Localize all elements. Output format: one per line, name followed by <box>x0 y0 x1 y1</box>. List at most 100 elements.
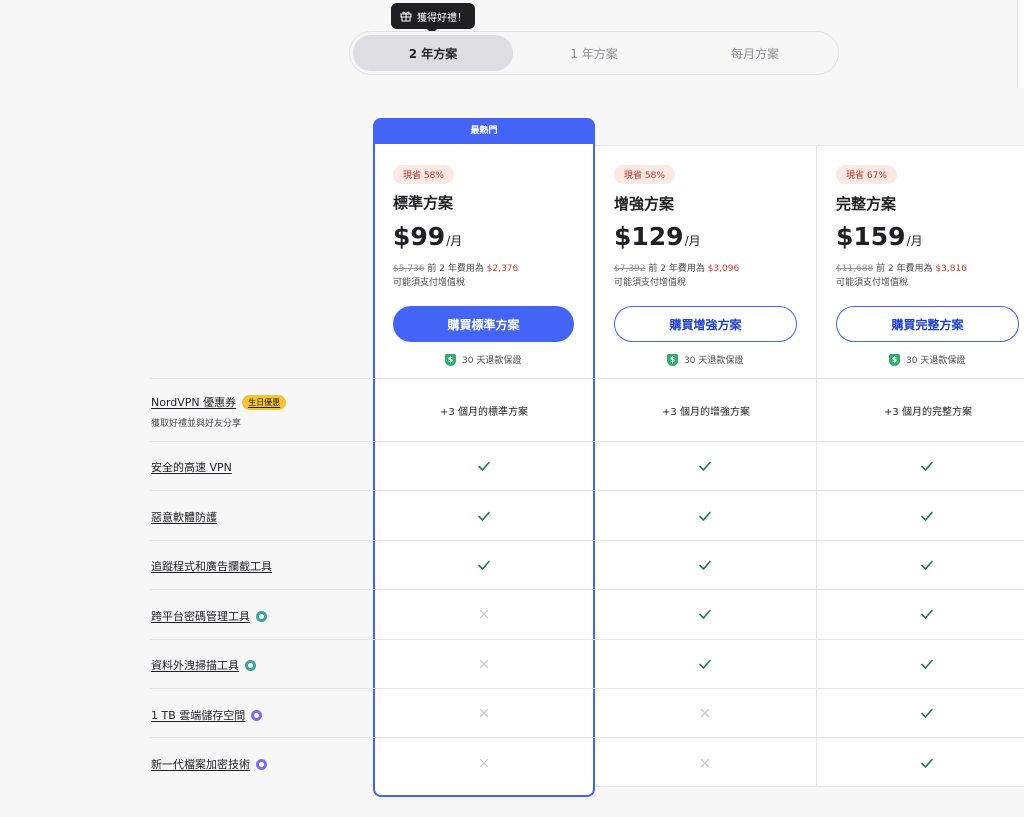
cross-icon <box>477 607 491 621</box>
price-unit: /月 <box>906 234 923 248</box>
shield-icon: $ <box>445 353 456 366</box>
plan-name: 完整方案 <box>836 195 897 213</box>
feature-label[interactable]: 資料外洩掃描工具 <box>151 657 256 673</box>
buy-plus-button[interactable]: 購買增強方案 <box>614 306 797 342</box>
money-back-guarantee: $30 天退款保證 <box>667 353 743 366</box>
check-icon <box>920 558 934 572</box>
scrollbar[interactable] <box>1017 0 1024 88</box>
check-icon <box>920 706 934 720</box>
coupon-link[interactable]: NordVPN 優惠券 生日優惠 <box>151 394 287 410</box>
term-price: $3,816 <box>935 264 967 274</box>
feature-name: 新一代檔案加密技術 <box>151 758 250 771</box>
plan-name: 標準方案 <box>393 194 454 212</box>
old-price: $11,688 <box>836 264 874 274</box>
money-back-guarantee: $30 天退款保證 <box>445 353 521 366</box>
check-icon <box>698 558 712 572</box>
nordlocker-icon <box>251 709 263 721</box>
term-price: $2,376 <box>486 264 519 274</box>
check-icon <box>698 509 712 523</box>
discount-badge: 現省 67% <box>836 165 897 184</box>
check-icon <box>698 459 712 473</box>
divider <box>150 441 1024 442</box>
feature-label[interactable]: 1 TB 雲端儲存空間 <box>151 707 263 723</box>
feature-label[interactable]: 追蹤程式和廣告攔截工具 <box>151 558 272 574</box>
addon-text: +3 個月的標準方案 <box>440 407 528 418</box>
feature-name: 1 TB 雲端儲存空間 <box>151 709 246 722</box>
check-icon <box>477 509 491 523</box>
old-price: $7,392 <box>614 264 646 274</box>
addon-text: +3 個月的增強方案 <box>662 407 750 418</box>
divider <box>816 145 817 787</box>
plan-price: $99/月 <box>393 222 462 251</box>
shield-icon: $ <box>667 353 678 366</box>
price-amount: $129 <box>614 222 684 251</box>
cross-icon <box>477 706 491 720</box>
price-details: $11,688 前 2 年費用為 $3,816 <box>836 261 967 274</box>
money-back-guarantee: $30 天退款保證 <box>889 353 965 366</box>
term-text: 前 2 年費用為 <box>427 264 484 274</box>
coupon-label: NordVPN 優惠券 <box>151 396 237 409</box>
price-amount: $99 <box>393 222 446 251</box>
vat-note: 可能須支付增值稅 <box>614 278 687 288</box>
divider <box>150 639 1024 640</box>
buy-complete-button[interactable]: 購買完整方案 <box>836 306 1019 342</box>
check-icon <box>477 459 491 473</box>
price-amount: $159 <box>836 222 906 251</box>
price-unit: /月 <box>684 234 701 248</box>
check-icon <box>698 607 712 621</box>
check-icon <box>920 459 934 473</box>
term-price: $3,096 <box>707 264 740 274</box>
feature-name: 追蹤程式和廣告攔截工具 <box>151 560 272 573</box>
feature-name: 跨平台密碼管理工具 <box>151 610 250 623</box>
gift-tooltip: 獲得好禮！ <box>391 3 475 34</box>
guarantee-text: 30 天退款保證 <box>906 356 966 366</box>
price-details: $7,392 前 2 年費用為 $3,096 <box>614 261 739 274</box>
cross-icon <box>477 657 491 671</box>
term-text: 前 2 年費用為 <box>876 264 933 274</box>
coupon-subtitle: 獲取好禮並與好友分享 <box>151 419 242 429</box>
cross-icon <box>698 756 712 770</box>
feature-label[interactable]: 惡意軟體防護 <box>151 509 217 525</box>
feature-label[interactable]: 安全的高速 VPN <box>151 459 232 475</box>
check-icon <box>477 558 491 572</box>
discount-badge: 現省 58% <box>614 165 675 184</box>
price-unit: /月 <box>446 234 463 248</box>
discount-badge: 現省 58% <box>393 165 454 184</box>
feature-label[interactable]: 新一代檔案加密技術 <box>151 756 267 772</box>
check-icon <box>920 607 934 621</box>
buy-standard-button[interactable]: 購買標準方案 <box>393 306 574 342</box>
divider <box>595 786 1024 787</box>
tooltip-text: 獲得好禮！ <box>417 12 467 24</box>
divider <box>150 589 1024 590</box>
feature-name: 安全的高速 VPN <box>151 461 232 474</box>
divider <box>150 540 1024 541</box>
addon-text: +3 個月的完整方案 <box>884 407 972 418</box>
plan-price: $129/月 <box>614 222 701 251</box>
nordlocker-icon <box>256 758 267 770</box>
billing-period-switcher: 2 年方案 1 年方案 每月方案 <box>349 31 839 75</box>
nordpass-icon <box>245 659 256 671</box>
check-icon <box>920 657 934 671</box>
plan-name: 增強方案 <box>614 195 675 213</box>
term-text: 前 2 年費用為 <box>648 264 705 274</box>
cross-icon <box>698 706 712 720</box>
check-icon <box>920 509 934 523</box>
tab-monthly[interactable]: 每月方案 <box>675 35 835 71</box>
check-icon <box>920 756 934 770</box>
divider <box>150 688 1024 689</box>
price-details: $5,736 前 2 年費用為 $2,376 <box>393 261 518 274</box>
divider <box>150 378 1024 379</box>
plan-price: $159/月 <box>836 222 923 251</box>
shield-icon: $ <box>889 353 900 366</box>
most-popular-banner: 最熱門 <box>373 118 595 146</box>
tab-2-year[interactable]: 2 年方案 <box>353 35 513 71</box>
feature-label[interactable]: 跨平台密碼管理工具 <box>151 608 267 624</box>
old-price: $5,736 <box>393 264 425 274</box>
feature-name: 惡意軟體防護 <box>151 511 217 524</box>
vat-note: 可能須支付增值稅 <box>836 278 909 288</box>
birthday-badge: 生日優惠 <box>242 394 287 410</box>
vat-note: 可能須支付增值稅 <box>393 278 466 288</box>
check-icon <box>698 657 712 671</box>
guarantee-text: 30 天退款保證 <box>462 356 522 366</box>
tab-1-year[interactable]: 1 年方案 <box>514 35 674 71</box>
